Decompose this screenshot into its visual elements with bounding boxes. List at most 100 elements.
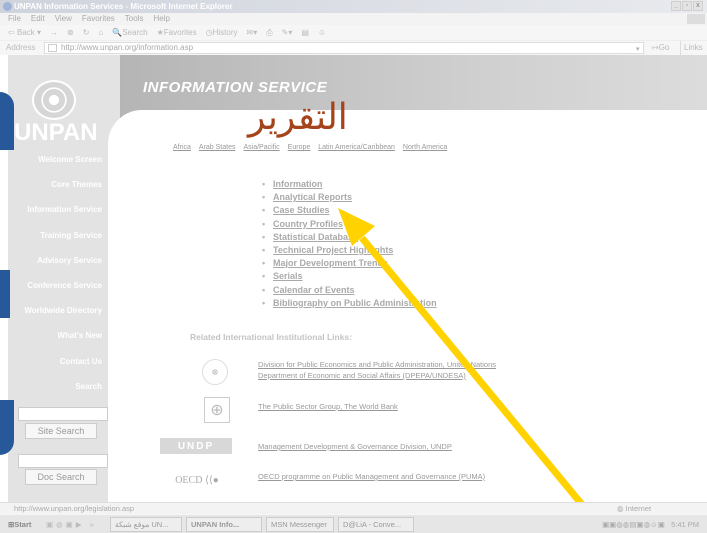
home-icon[interactable]: ⌂	[98, 25, 103, 40]
menu-tools[interactable]: Tools	[125, 13, 144, 25]
window-titlebar: UNPAN Information Services - Microsoft I…	[0, 0, 707, 13]
region-link-north-america[interactable]: North America	[403, 144, 447, 151]
related-links-heading: Related International Institutional Link…	[190, 332, 352, 342]
go-button[interactable]: ↦Go	[652, 41, 669, 55]
menu-view[interactable]: View	[55, 13, 72, 25]
region-link-arab-states[interactable]: Arab States	[199, 144, 236, 151]
site-search-input[interactable]	[18, 407, 108, 421]
menu-bar: File Edit View Favorites Tools Help	[0, 13, 707, 25]
stop-icon[interactable]: ⊗	[67, 25, 74, 40]
refresh-icon[interactable]: ↻	[83, 25, 90, 40]
list-item[interactable]: Statistical Database	[262, 231, 437, 244]
nav-item-core-themes[interactable]: Core Themes	[8, 172, 120, 197]
list-item[interactable]: Serials	[262, 270, 437, 283]
link-undp[interactable]: Management Development & Governance Divi…	[258, 441, 452, 452]
link-oecd[interactable]: OECD programme on Public Management and …	[258, 471, 485, 482]
minimize-button[interactable]: _	[671, 1, 681, 11]
address-bar: Address http://www.unpan.org/information…	[0, 41, 707, 55]
windows-taskbar: ⊞Start ▣◍▣▶ » موقع شبكة UN... UNPAN Info…	[0, 514, 707, 533]
oecd-logo-text: OECD	[175, 474, 203, 486]
edit-icon[interactable]: ✎▾	[282, 25, 293, 40]
un-emblem-icon	[32, 80, 76, 120]
region-link-africa[interactable]: Africa	[173, 144, 191, 151]
region-links: Africa Arab States Asia/Pacific Europe L…	[173, 144, 447, 151]
doc-search-button[interactable]: Doc Search	[25, 469, 97, 485]
unpan-logo[interactable]: UNPAN	[14, 77, 98, 147]
start-label: Start	[14, 519, 32, 529]
list-item[interactable]: Country Profiles	[262, 218, 437, 231]
doc-search-input[interactable]	[18, 454, 108, 468]
nav-item-information-service[interactable]: Information Service	[8, 197, 120, 222]
links-button[interactable]: Links	[680, 41, 703, 55]
address-dropdown-icon[interactable]: ▾	[636, 43, 644, 53]
favorites-label: Favorites	[163, 28, 197, 37]
forward-button[interactable]: →	[50, 25, 58, 40]
region-link-europe[interactable]: Europe	[288, 144, 311, 151]
address-url: http://www.unpan.org/information.asp	[61, 43, 194, 52]
task-msn-messenger[interactable]: MSN Messenger	[266, 516, 334, 532]
region-link-latin-america[interactable]: Latin America/Caribbean	[318, 144, 395, 151]
nav-item-whats-new[interactable]: What's New	[8, 323, 120, 348]
menu-help[interactable]: Help	[153, 13, 169, 25]
side-navigation: Welcome Screen Core Themes Information S…	[8, 147, 120, 399]
quick-launch[interactable]: ▣◍▣▶ »	[46, 520, 106, 529]
go-label: Go	[658, 43, 670, 52]
page-content: INFORMATION SERVICE UNPAN Welcome Screen…	[0, 55, 707, 502]
window-title: UNPAN Information Services - Microsoft I…	[14, 2, 233, 11]
nav-item-training-service[interactable]: Training Service	[8, 223, 120, 248]
nav-item-search[interactable]: Search	[8, 374, 120, 399]
start-button[interactable]: ⊞Start	[8, 520, 42, 529]
nav-item-advisory-service[interactable]: Advisory Service	[8, 248, 120, 273]
site-search-button[interactable]: Site Search	[25, 423, 97, 439]
list-item[interactable]: Major Development Trends	[262, 257, 437, 270]
nav-item-contact-us[interactable]: Contact Us	[8, 349, 120, 374]
region-link-asia-pacific[interactable]: Asia/Pacific	[243, 144, 279, 151]
task-arabic-window[interactable]: موقع شبكة UN...	[110, 516, 182, 532]
link-world-bank[interactable]: The Public Sector Group, The World Bank	[258, 401, 398, 412]
list-item[interactable]: Analytical Reports	[262, 191, 437, 204]
close-button[interactable]: x	[693, 1, 703, 11]
search-button[interactable]: 🔍Search	[112, 25, 147, 40]
link-desa-line1: Division for Public Economics and Public…	[258, 360, 497, 369]
favorites-button[interactable]: ★Favorites	[157, 25, 197, 40]
arabic-annotation: التقرير	[248, 97, 348, 138]
link-desa[interactable]: Division for Public Economics and Public…	[258, 359, 496, 381]
service-list: Information Analytical Reports Case Stud…	[262, 178, 437, 310]
history-label: History	[212, 28, 238, 37]
list-item[interactable]: Bibliography on Public Administration	[262, 297, 437, 310]
maximize-button[interactable]: ▫	[682, 1, 692, 11]
status-url: http://www.unpan.org/legislation.asp	[14, 504, 135, 513]
history-button[interactable]: ◷History	[206, 25, 238, 40]
zone-label: Internet	[625, 504, 652, 513]
list-item[interactable]: Technical Project Highlights	[262, 244, 437, 257]
nav-item-conference-service[interactable]: Conference Service	[8, 273, 120, 298]
nav-item-welcome[interactable]: Welcome Screen	[8, 147, 120, 172]
back-label: Back	[16, 28, 35, 37]
address-input[interactable]: http://www.unpan.org/information.asp	[44, 42, 644, 54]
mail-icon[interactable]: ✉▾	[247, 25, 258, 40]
window-controls: _ ▫ x	[671, 1, 703, 11]
oecd-logo-icon: OECD ⟨⟨●	[175, 474, 219, 486]
link-desa-line2: Department of Economic and Social Affair…	[258, 371, 466, 380]
nav-item-worldwide-directory[interactable]: Worldwide Directory	[8, 298, 120, 323]
decor-arc	[0, 92, 14, 150]
system-tray: ▣▣◍◍▤▣◍☺▣ 5:41 PM	[602, 520, 699, 529]
messenger-icon[interactable]: ☺	[318, 25, 326, 40]
discuss-icon[interactable]: ▤	[301, 25, 309, 40]
task-dalia-conversation[interactable]: D@LiA - Conve...	[338, 516, 414, 532]
browser-toolbar: ⇦ Back ▾ → ⊗ ↻ ⌂ 🔍Search ★Favorites ◷His…	[0, 25, 707, 41]
list-item[interactable]: Case Studies	[262, 204, 437, 217]
undp-logo-icon: UNDP	[160, 438, 232, 454]
clock: 5:41 PM	[671, 520, 699, 529]
status-bar: http://www.unpan.org/legislation.asp ◍ I…	[0, 502, 707, 514]
menu-favorites[interactable]: Favorites	[82, 13, 115, 25]
task-unpan[interactable]: UNPAN Info...	[186, 516, 262, 532]
search-label: Search	[122, 28, 148, 37]
list-item[interactable]: Information	[262, 178, 437, 191]
ie-icon	[3, 2, 12, 11]
print-icon[interactable]: ⎙	[266, 25, 272, 40]
menu-file[interactable]: File	[8, 13, 21, 25]
back-button[interactable]: ⇦ Back ▾	[8, 25, 41, 40]
list-item[interactable]: Calendar of Events	[262, 284, 437, 297]
menu-edit[interactable]: Edit	[31, 13, 45, 25]
